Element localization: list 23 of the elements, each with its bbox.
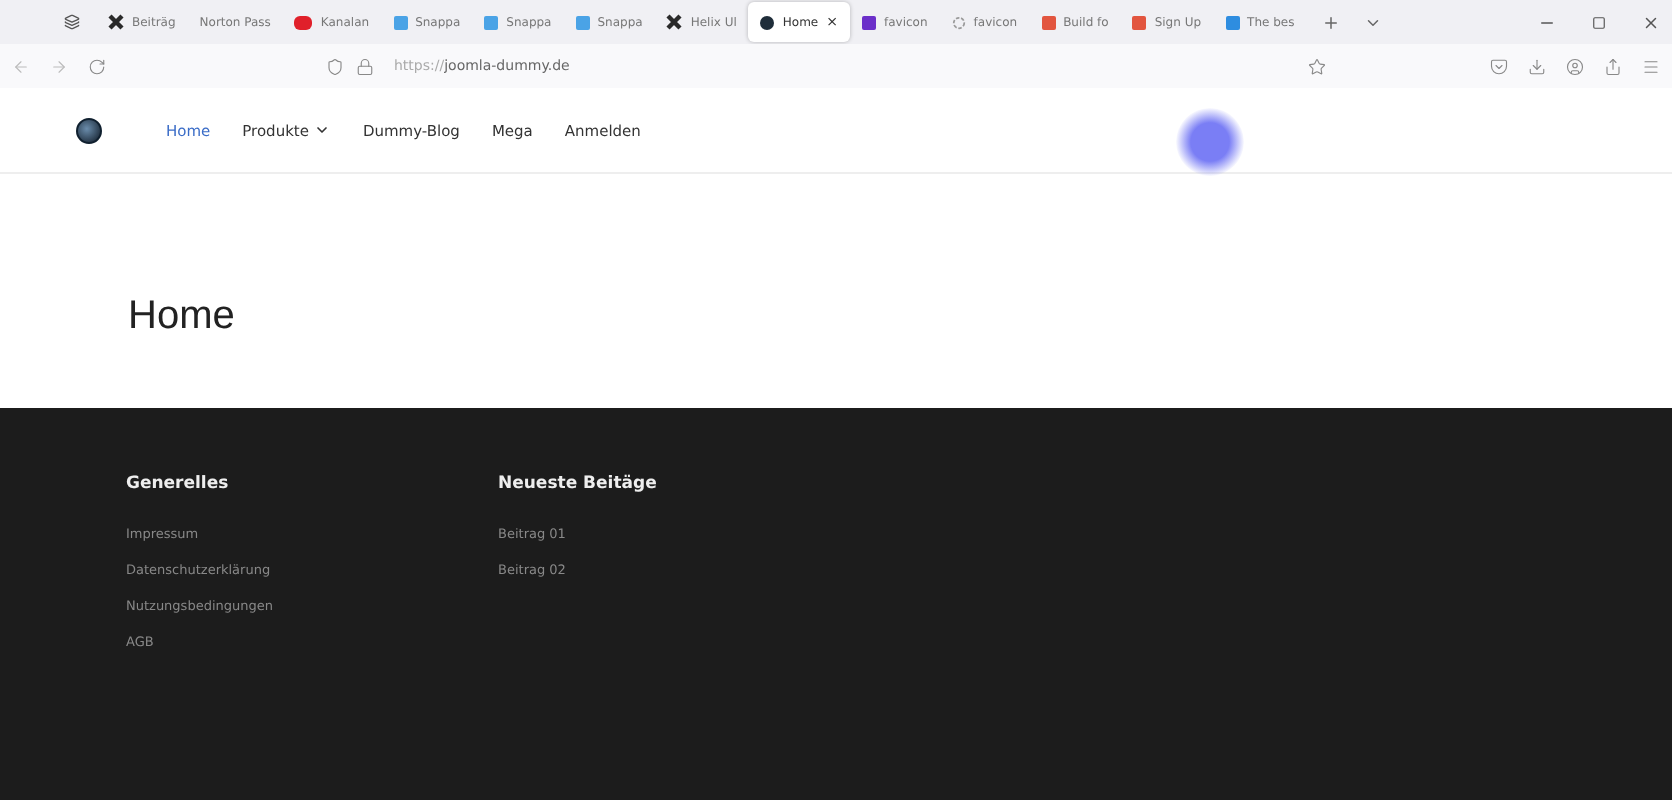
account-icon[interactable] [1566, 57, 1584, 75]
pocket-icon[interactable] [1490, 57, 1508, 75]
bookmark-star-icon[interactable] [1308, 57, 1326, 75]
tab-list-icon[interactable] [64, 14, 80, 30]
shield-icon[interactable] [326, 57, 344, 75]
cross-icon [108, 14, 124, 30]
share-icon[interactable] [1604, 57, 1622, 75]
footer-heading: Generelles [126, 474, 231, 494]
new-tab-icon[interactable] [1322, 13, 1341, 31]
footer-heading: Neueste Beitäge [498, 474, 659, 494]
lock-icon[interactable] [356, 57, 374, 75]
maximize-icon[interactable] [1592, 15, 1606, 29]
close-icon[interactable] [1642, 13, 1660, 31]
reload-icon[interactable] [88, 57, 106, 75]
spinner-icon [951, 15, 966, 29]
site-logo[interactable] [76, 117, 102, 143]
glow-blob [1176, 108, 1244, 176]
forward-icon[interactable] [50, 57, 68, 75]
back-icon[interactable] [12, 57, 30, 75]
menu-icon[interactable] [1642, 57, 1660, 75]
cross-icon [666, 14, 683, 30]
download-icon[interactable] [1528, 57, 1546, 75]
page-title: Home [128, 294, 237, 340]
